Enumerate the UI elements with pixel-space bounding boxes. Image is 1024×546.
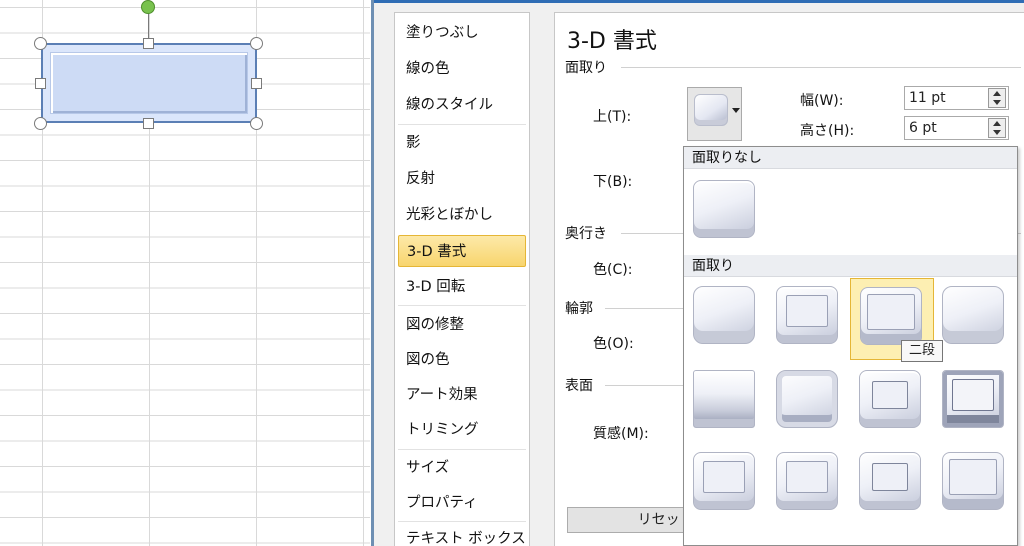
width-value[interactable]: 11 pt bbox=[909, 90, 946, 106]
bevel-section-label: 面取り bbox=[565, 60, 607, 76]
section-divider bbox=[621, 67, 1021, 68]
material-label: 質感(M): bbox=[593, 426, 649, 442]
bevel-option-art-deco[interactable] bbox=[937, 447, 1009, 517]
depth-color-label: 色(C): bbox=[593, 262, 633, 278]
top-bevel-dropdown[interactable] bbox=[687, 87, 742, 141]
bevel-option-soft-round[interactable] bbox=[771, 365, 843, 435]
nav-item-reflection[interactable]: 反射 bbox=[398, 163, 526, 195]
bevel-preview-icon bbox=[942, 452, 1004, 510]
bevel-preview-icon bbox=[942, 286, 1004, 344]
nav-item-glow-soft-edges[interactable]: 光彩とぼかし bbox=[398, 199, 526, 231]
bottom-bevel-label: 下(B): bbox=[593, 174, 633, 190]
nav-divider bbox=[398, 124, 526, 125]
bevel-preview-icon bbox=[776, 286, 838, 344]
height-spin-buttons[interactable] bbox=[988, 118, 1006, 138]
nav-item-3d-format[interactable]: 3-D 書式 bbox=[398, 235, 526, 267]
bevel-preview-icon bbox=[859, 452, 921, 510]
bevel-face bbox=[949, 459, 997, 495]
bevel-option-riblet[interactable] bbox=[771, 447, 843, 517]
bevel-preview-icon bbox=[942, 370, 1004, 428]
bevel-gallery: 面取りなし 面取り bbox=[683, 146, 1018, 546]
bevel-option-divot[interactable] bbox=[688, 447, 760, 517]
bevel-face bbox=[786, 461, 828, 493]
resize-handle-bottom[interactable] bbox=[143, 118, 154, 129]
bevel-face bbox=[952, 379, 994, 411]
resize-handle-bottom-right[interactable] bbox=[250, 117, 263, 130]
bevel-face bbox=[786, 295, 828, 327]
bevel-preview-icon bbox=[693, 452, 755, 510]
bevel-face bbox=[867, 294, 915, 330]
bevel-face bbox=[872, 381, 908, 409]
resize-handle-top-right[interactable] bbox=[250, 37, 263, 50]
resize-handle-right[interactable] bbox=[251, 78, 262, 89]
nav-item-shadow[interactable]: 影 bbox=[398, 127, 526, 159]
top-bevel-label: 上(T): bbox=[593, 109, 632, 125]
spreadsheet-grid[interactable] bbox=[0, 0, 370, 546]
spin-up-icon[interactable] bbox=[993, 91, 1001, 96]
category-list: 塗りつぶし 線の色 線のスタイル 影 反射 光彩とぼかし 3-D 書式 3-D … bbox=[394, 12, 530, 546]
chevron-down-icon bbox=[732, 108, 740, 113]
width-spin-buttons[interactable] bbox=[988, 88, 1006, 108]
height-label: 高さ(H): bbox=[800, 123, 855, 139]
gallery-header-bevel: 面取り bbox=[684, 255, 1017, 277]
bevel-option-slope[interactable] bbox=[937, 365, 1009, 435]
width-spinner[interactable]: 11 pt bbox=[904, 86, 1009, 110]
panel-title: 3-D 書式 bbox=[567, 29, 657, 54]
spin-up-icon[interactable] bbox=[993, 121, 1001, 126]
bevel-option-angle[interactable] bbox=[688, 365, 760, 435]
bevel-preview-icon bbox=[694, 94, 728, 126]
nav-divider bbox=[398, 449, 526, 450]
depth-section-label: 奥行き bbox=[565, 226, 607, 242]
nav-item-text-box[interactable]: テキスト ボックス bbox=[398, 523, 526, 546]
dialog-title-edge bbox=[374, 0, 1024, 3]
nav-item-crop[interactable]: トリミング bbox=[398, 414, 526, 446]
nav-item-artistic-effects[interactable]: アート効果 bbox=[398, 379, 526, 411]
height-value[interactable]: 6 pt bbox=[909, 120, 937, 136]
bevel-option-relaxed-inset[interactable] bbox=[771, 281, 843, 351]
rectangle-shape[interactable] bbox=[41, 43, 257, 123]
surface-section-label: 表面 bbox=[565, 378, 593, 394]
contour-color-label: 色(O): bbox=[593, 336, 634, 352]
nav-item-properties[interactable]: プロパティ bbox=[398, 487, 526, 519]
spin-down-icon[interactable] bbox=[993, 130, 1001, 135]
bevel-face bbox=[703, 461, 745, 493]
bevel-option-convex[interactable] bbox=[854, 365, 926, 435]
bevel-preview-icon bbox=[693, 180, 755, 238]
bevel-tooltip: 二段 bbox=[901, 340, 943, 362]
bevel-option-hard-edge[interactable] bbox=[854, 447, 926, 517]
bevel-preview-icon bbox=[693, 286, 755, 344]
resize-handle-top[interactable] bbox=[143, 38, 154, 49]
bevel-option-none[interactable] bbox=[688, 175, 760, 245]
bevel-preview-icon bbox=[776, 370, 838, 428]
bevel-option-circle[interactable] bbox=[688, 281, 760, 351]
bevel-preview-icon bbox=[693, 370, 755, 428]
nav-item-picture-corrections[interactable]: 図の修整 bbox=[398, 309, 526, 341]
nav-divider bbox=[398, 305, 526, 306]
resize-handle-top-left[interactable] bbox=[34, 37, 47, 50]
height-spinner[interactable]: 6 pt bbox=[904, 116, 1009, 140]
nav-item-line-style[interactable]: 線のスタイル bbox=[398, 89, 526, 121]
bevel-preview-icon bbox=[776, 452, 838, 510]
app-root: 塗りつぶし 線の色 線のスタイル 影 反射 光彩とぼかし 3-D 書式 3-D … bbox=[0, 0, 1024, 546]
gallery-header-no-bevel: 面取りなし bbox=[684, 147, 1017, 169]
contour-section-label: 輪郭 bbox=[565, 301, 593, 317]
resize-handle-left[interactable] bbox=[35, 78, 46, 89]
spin-down-icon[interactable] bbox=[993, 100, 1001, 105]
nav-item-fill[interactable]: 塗りつぶし bbox=[398, 17, 526, 49]
resize-handle-bottom-left[interactable] bbox=[34, 117, 47, 130]
nav-item-picture-color[interactable]: 図の色 bbox=[398, 344, 526, 376]
shape-bevel-face bbox=[50, 52, 248, 114]
nav-item-3d-rotation[interactable]: 3-D 回転 bbox=[398, 271, 526, 303]
nav-item-size[interactable]: サイズ bbox=[398, 452, 526, 484]
nav-divider bbox=[398, 521, 526, 522]
width-label: 幅(W): bbox=[800, 93, 844, 109]
bevel-preview-icon bbox=[859, 370, 921, 428]
rotation-handle[interactable] bbox=[141, 0, 155, 14]
bevel-option-cool-slant[interactable] bbox=[937, 281, 1009, 351]
bevel-face bbox=[872, 463, 908, 491]
nav-item-line-color[interactable]: 線の色 bbox=[398, 53, 526, 85]
bevel-preview-icon bbox=[860, 287, 922, 345]
